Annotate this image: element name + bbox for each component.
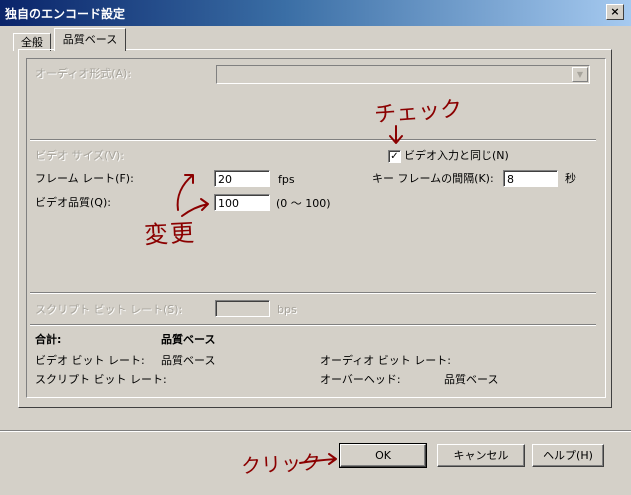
arrow-to-checkbox [389, 125, 403, 144]
annotation-arrows [176, 125, 403, 465]
annotation-change: 変更 [143, 218, 197, 250]
annotation-click: クリック [240, 449, 322, 479]
arrow-to-frame-rate [176, 174, 194, 211]
annotation-check: チェック [373, 96, 463, 129]
